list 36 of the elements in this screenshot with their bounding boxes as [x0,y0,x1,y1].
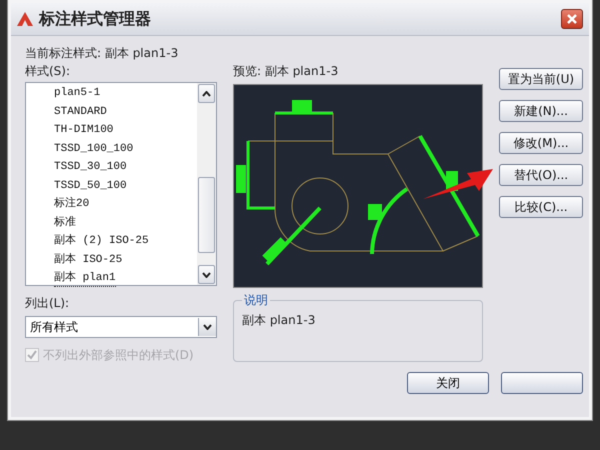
list-item[interactable]: 副本 plan1 [54,270,116,287]
description-legend: 说明 [242,292,270,309]
dialog-button[interactable]: 新建(N)... [499,100,583,122]
styles-list[interactable]: plan5-1 STANDARD TH-DIM100 TSSD_100_100 TSSD_30_100 TSSD_50_100 标注20 标准 副本 (2) ISO-25 副本 ISO-25 副本 plan1 [25,82,217,286]
close-button[interactable] [561,9,583,29]
scroll-up-icon[interactable] [198,84,215,103]
dialog-button[interactable]: 比较(C)... [499,196,583,218]
list-item[interactable]: 副本 (2) ISO-25 [54,233,149,250]
window-title: 标注样式管理器 [39,8,152,30]
list-item[interactable]: TSSD_50_100 [54,178,127,194]
list-item[interactable]: TSSD_30_100 [54,159,127,176]
dropdown-caret-icon [203,324,212,330]
dialog-button[interactable] [501,372,583,394]
list-filter-dropdown[interactable]: 所有样式 [25,316,217,338]
list-item[interactable]: STANDARD [54,104,107,120]
list-item[interactable]: 标注20 [54,196,90,213]
dialog-button[interactable]: 替代(O)... [499,164,583,186]
dialog-button[interactable]: 置为当前(U) [499,68,583,90]
styles-label: 样式(S): [25,63,72,80]
app-logo-icon [17,12,33,26]
current-style-label: 当前标注样式: 副本 plan1-3 [25,45,180,62]
scroll-down-icon[interactable] [198,265,215,284]
list-filter-label: 列出(L): [25,295,70,312]
checkbox-label: 不列出外部参照中的样式(D) [43,347,194,364]
close-icon [566,13,578,25]
description-text: 副本 plan1-3 [242,313,316,327]
list-item[interactable]: plan5-1 [54,85,100,102]
list-item[interactable]: 标准 [54,214,76,232]
list-item[interactable]: TSSD_100_100 [54,140,134,158]
scroll-thumb[interactable] [198,177,215,253]
dialog-button[interactable]: 关闭 [407,372,489,394]
list-item[interactable]: 副本 ISO-25 [54,252,122,268]
list-item[interactable]: TH-DIM100 [54,122,114,139]
preview-label: 预览: 副本 plan1-3 [233,63,340,80]
scrollbar[interactable] [197,83,216,285]
dialog-button[interactable]: 修改(M)... [499,132,583,154]
